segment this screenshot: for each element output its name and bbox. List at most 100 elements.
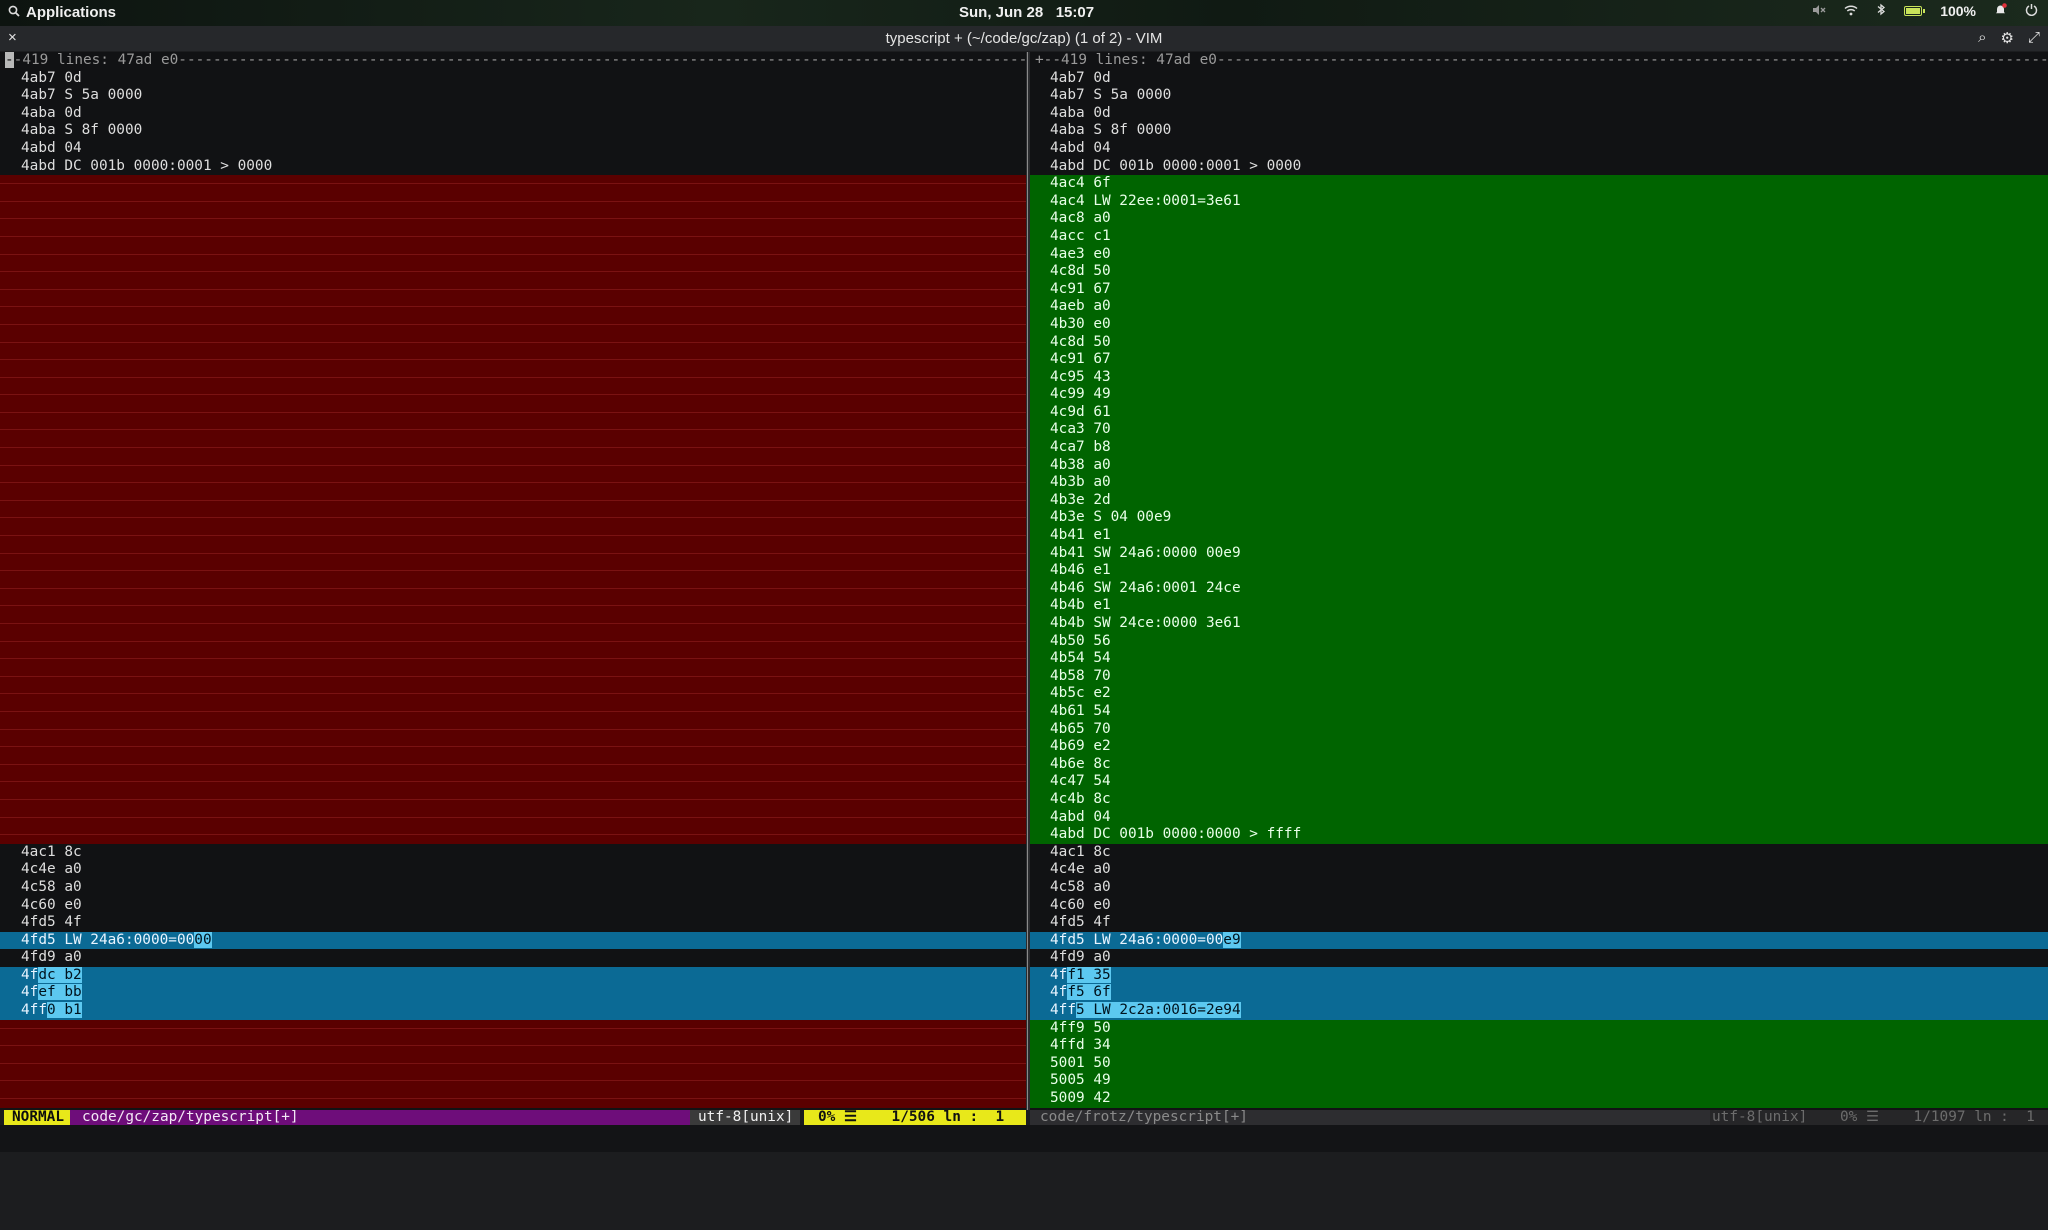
- added-line: 4c8d 50: [1030, 333, 2048, 352]
- window-controls: ⌕ ⚙ ⤢: [1978, 29, 2040, 47]
- changed-text: 4ff: [1050, 1002, 1076, 1019]
- code-line: 4abd DC 001b 0000:0001 > 0000: [1050, 157, 1302, 174]
- right-file-encoding: utf-8[unix]: [1710, 1110, 1820, 1125]
- changed-highlight: 0 b1: [47, 1002, 82, 1019]
- changed-line: 4fdc b2: [0, 966, 1026, 985]
- code-line: 4ab7 S 5a 0000: [21, 87, 143, 104]
- added-line: 4c91 67: [1030, 280, 2048, 299]
- fold-text: -419 lines: 47ad e0---------------------…: [13, 52, 1026, 68]
- command-line[interactable]: [0, 1125, 2048, 1152]
- deleted-filler-line: [0, 245, 1026, 264]
- added-line: 4b41 SW 24a6:0000 00e9: [1030, 544, 2048, 563]
- deleted-filler-line: [0, 1090, 1026, 1108]
- deleted-filler-line: [0, 632, 1026, 651]
- right-diff-pane[interactable]: +--419 lines: 47ad e0-------------------…: [1030, 52, 2048, 1110]
- code-line: 4ac1 8c: [1050, 843, 1111, 860]
- changed-highlight: dc b2: [38, 966, 82, 983]
- added-line: 4b3e S 04 00e9: [1030, 509, 2048, 528]
- deleted-filler-line: [0, 456, 1026, 475]
- added-line: 4abd 04: [1030, 808, 2048, 827]
- added-line: 4c4b 8c: [1030, 790, 2048, 809]
- changed-highlight: e9: [1223, 931, 1241, 948]
- deleted-filler-line: [0, 439, 1026, 457]
- fold-line[interactable]: --419 lines: 47ad e0--------------------…: [0, 52, 1026, 70]
- added-line: 4b58 70: [1030, 667, 2048, 686]
- deleted-filler-line: [0, 175, 1026, 193]
- changed-line: 4fd5 LW 24a6:0000=0000: [0, 931, 1026, 950]
- added-line: 4aeb a0: [1030, 298, 2048, 316]
- added-line: 4ac4 LW 22ee:0001=3e61: [1030, 192, 2048, 211]
- added-line: 4b38 a0: [1030, 456, 2048, 475]
- added-line: 4b30 e0: [1030, 315, 2048, 334]
- added-line: 4b46 e1: [1030, 562, 2048, 580]
- code-line: 4abd DC 001b 0000:0001 > 0000: [21, 157, 273, 174]
- code-line: 4abd 04: [1050, 139, 1111, 156]
- window-title: typescript + (~/code/gc/zap) (1 of 2) - …: [885, 30, 1163, 47]
- added-line: 4c47 54: [1030, 773, 2048, 791]
- deleted-filler-line: [0, 738, 1026, 756]
- wifi-icon[interactable]: [1844, 3, 1858, 19]
- deleted-filler-line: [0, 1072, 1026, 1091]
- deleted-filler-line: [0, 210, 1026, 228]
- unchanged-lines: 4ac1 8c 4c4e a0 4c58 a0 4c60 e0 4fd5 4f: [1030, 844, 2048, 932]
- right-file-path: code/frotz/typescript[+]: [1030, 1110, 1710, 1125]
- bluetooth-icon[interactable]: [1876, 3, 1886, 19]
- code-line: 4c60 e0: [21, 896, 82, 913]
- changed-text: 4fd5 LW 24a6:0000=00: [1050, 931, 1224, 948]
- changed-block: 4fdc b2 4fef bb 4ff0 b1: [0, 966, 1026, 1020]
- added-line: 4abd DC 001b 0000:0000 > ffff: [1030, 826, 2048, 844]
- code-line: 4c58 a0: [21, 878, 82, 895]
- deleted-filler-line: [0, 650, 1026, 668]
- expand-icon[interactable]: ⤢: [2028, 29, 2040, 47]
- vim-statusline: NORMAL code/gc/zap/typescript[+] utf-8[u…: [0, 1110, 2048, 1125]
- settings-icon[interactable]: ⚙: [2001, 29, 2014, 47]
- deleted-filler-line: [0, 826, 1026, 844]
- left-diff-pane[interactable]: --419 lines: 47ad e0--------------------…: [0, 52, 1026, 1110]
- added-line: 4ae3 e0: [1030, 245, 2048, 264]
- added-line: 4b5c e2: [1030, 685, 2048, 703]
- deleted-filler-line: [0, 1054, 1026, 1073]
- deleted-filler-line: [0, 280, 1026, 299]
- added-line: 4b3e 2d: [1030, 491, 2048, 510]
- code-line: 4ab7 0d: [1050, 69, 1111, 86]
- search-icon[interactable]: ⌕: [1978, 29, 1986, 47]
- battery-icon[interactable]: [1904, 3, 1926, 19]
- changed-highlight: 5 LW 2c2a:0016=2e94: [1076, 1002, 1241, 1019]
- notification-icon[interactable]: [1994, 3, 2007, 19]
- changed-line: 4ff5 LW 2c2a:0016=2e94: [1030, 1002, 2048, 1020]
- deleted-filler-line: [0, 386, 1026, 404]
- added-line: 4ac4 6f: [1030, 175, 2048, 193]
- added-line: 4ffd 34: [1030, 1037, 2048, 1055]
- added-line: 4b50 56: [1030, 632, 2048, 651]
- added-line: 4c99 49: [1030, 386, 2048, 404]
- applications-menu[interactable]: Applications: [8, 4, 116, 21]
- cursor-position: 0% ☰ 1/506 ln : 1: [804, 1110, 1026, 1125]
- deleted-filler-line: [0, 720, 1026, 739]
- code-line: 4fd5 4f: [21, 914, 82, 931]
- added-line: 4b3b a0: [1030, 474, 2048, 492]
- added-block: 4ff9 50 4ffd 34 5001 50 5005 49 5009 42: [1030, 1019, 2048, 1108]
- fold-line[interactable]: +--419 lines: 47ad e0-------------------…: [1030, 52, 2048, 70]
- top-panel: Applications Sun, Jun 28 15:07 100%: [0, 0, 2048, 26]
- changed-text: 4f: [1050, 984, 1068, 1001]
- power-icon[interactable]: [2025, 3, 2038, 19]
- added-line: 4b41 e1: [1030, 527, 2048, 545]
- deleted-filler-line: [0, 315, 1026, 334]
- speaker-muted-icon[interactable]: [1812, 3, 1826, 19]
- clock[interactable]: Sun, Jun 28 15:07: [959, 4, 1094, 21]
- file-encoding: utf-8[unix]: [690, 1110, 800, 1125]
- deleted-filler-line: [0, 403, 1026, 422]
- unchanged-lines: 4ab7 0d 4ab7 S 5a 0000 4aba 0d 4aba S 8f 00…: [0, 70, 1026, 176]
- added-line: 5009 42: [1030, 1090, 2048, 1108]
- added-line: 4b4b e1: [1030, 597, 2048, 615]
- changed-text: 4ff: [21, 1002, 47, 1019]
- applications-label: Applications: [26, 4, 117, 21]
- deleted-filler-line: [0, 227, 1026, 246]
- code-line: 4aba S 8f 0000: [1050, 122, 1172, 139]
- code-line: 4c60 e0: [1050, 896, 1111, 913]
- deleted-filler-line: [0, 615, 1026, 633]
- deleted-filler-line: [0, 527, 1026, 545]
- added-line: 4ca3 70: [1030, 421, 2048, 440]
- unchanged-lines: 4ac1 8c 4c4e a0 4c58 a0 4c60 e0 4fd5 4f: [0, 844, 1026, 932]
- code-line: 4fd5 4f: [1050, 914, 1111, 931]
